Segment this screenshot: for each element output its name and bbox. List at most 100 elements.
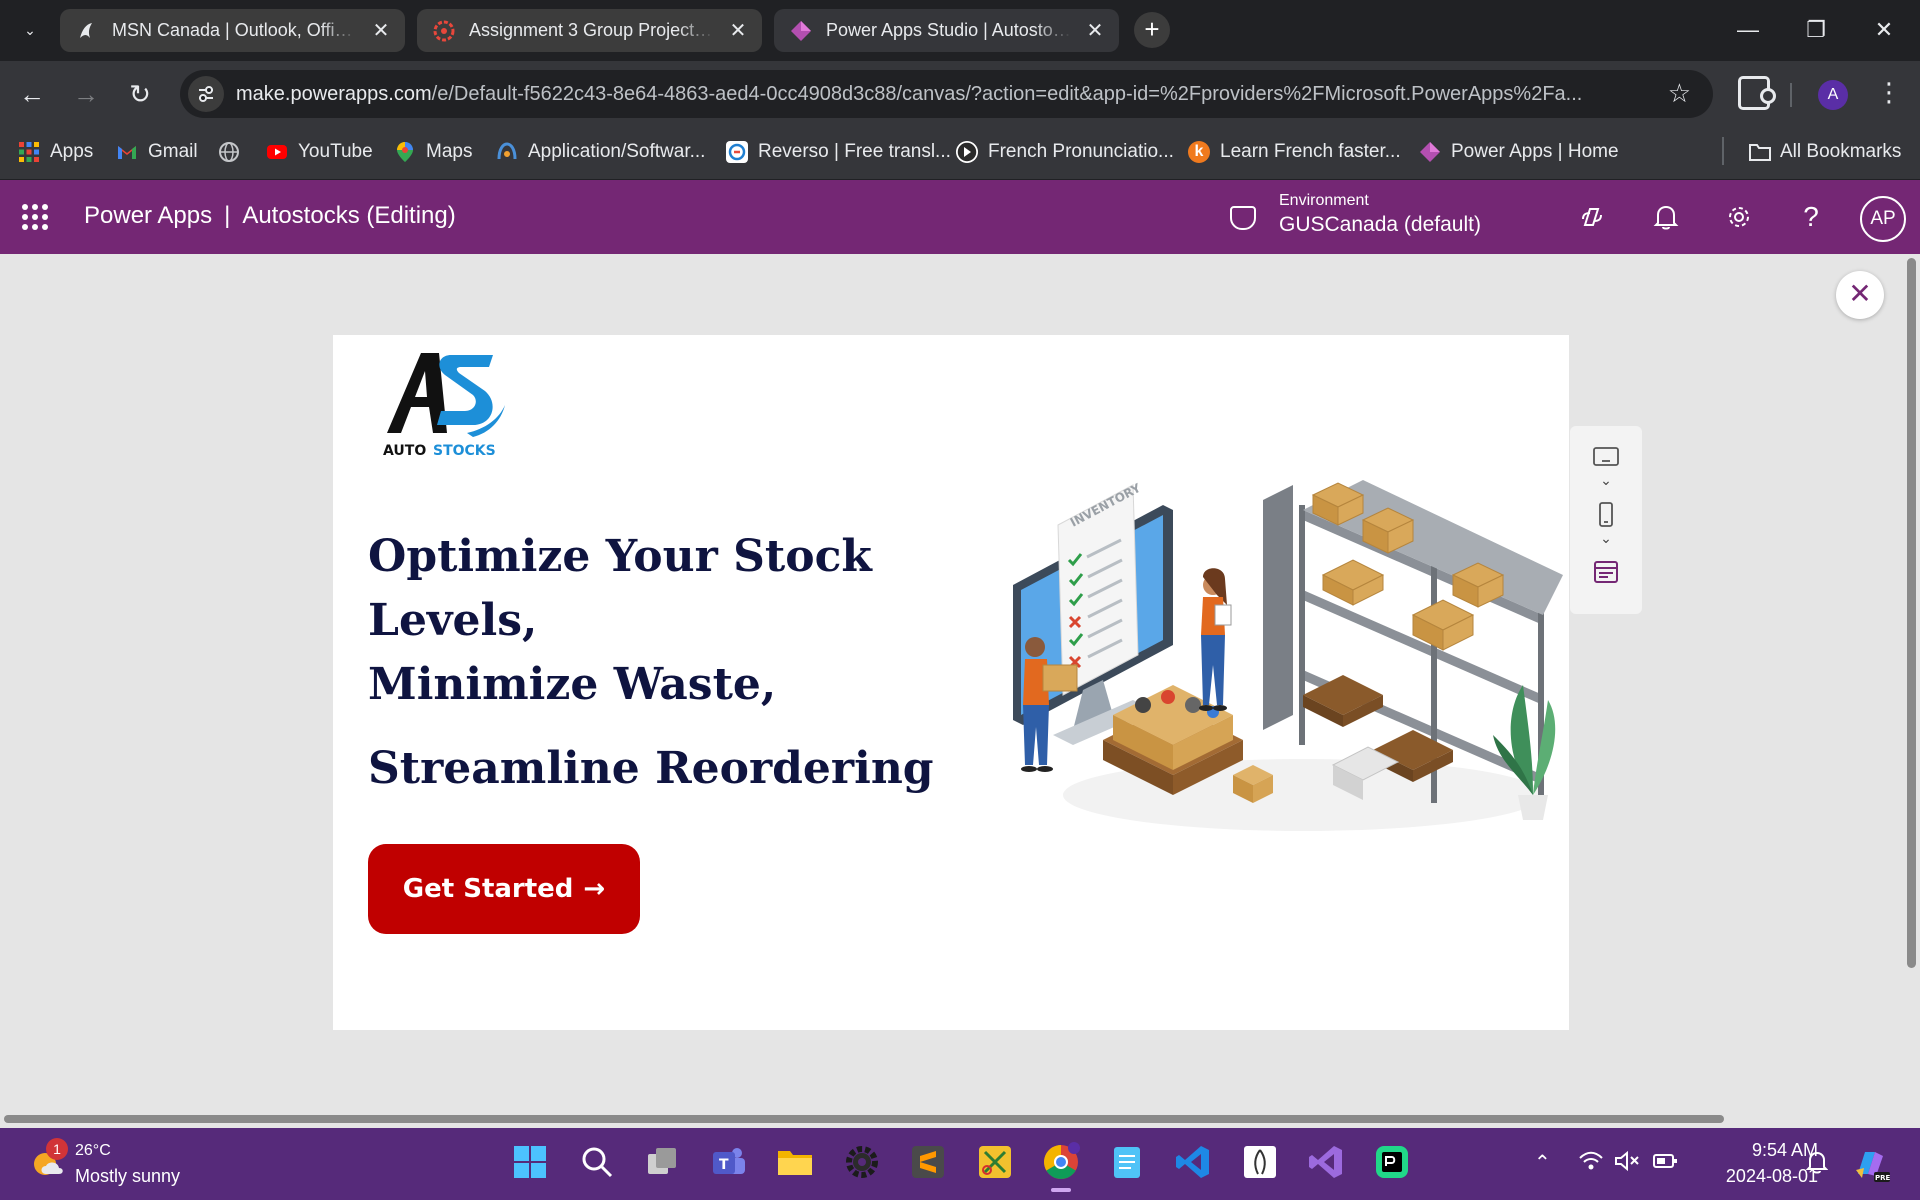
bookmark-label: French Pronunciatio... — [988, 141, 1174, 162]
tab-close-icon[interactable]: ✕ — [728, 18, 748, 43]
volume-muted-icon[interactable] — [1614, 1150, 1640, 1178]
environment-name[interactable]: GUSCanada (default) — [1279, 213, 1481, 237]
application-icon — [496, 141, 518, 163]
gmail-icon — [116, 141, 138, 163]
bookmark-globe[interactable] — [218, 136, 240, 168]
notepad-icon[interactable] — [1107, 1142, 1147, 1182]
clock-time[interactable]: 9:54 AM — [1728, 1140, 1818, 1161]
forward-button[interactable]: → — [68, 76, 104, 112]
chevron-down-icon[interactable]: ⌄ — [1592, 472, 1620, 489]
visual-studio-icon[interactable] — [1306, 1142, 1346, 1182]
snipping-tool-icon[interactable] — [975, 1142, 1015, 1182]
headline-line: Streamline Reordering — [368, 743, 934, 794]
browser-toolbar: ← → ↻ make.powerapps.com/e/Default-f5622… — [0, 61, 1920, 127]
copilot-preview-icon[interactable]: PRE — [1850, 1144, 1891, 1184]
horizontal-scrollbar[interactable] — [0, 1112, 1904, 1126]
bookmark-reverso[interactable]: Reverso | Free transl... — [726, 136, 951, 168]
maps-icon — [394, 141, 416, 163]
scrollbar-thumb[interactable] — [4, 1115, 1724, 1123]
app-title: Power Apps | Autostocks (Editing) — [84, 202, 456, 230]
scrollbar-thumb[interactable] — [1907, 258, 1916, 968]
url-host: make.powerapps.com — [236, 82, 432, 105]
tab-assignment[interactable]: Assignment 3 Group Project Report ✕ — [417, 9, 762, 52]
extensions-puzzle-icon[interactable] — [1738, 76, 1776, 110]
apps-grid-icon — [18, 141, 40, 163]
help-icon[interactable]: ? — [1792, 198, 1830, 236]
tab-power-apps-studio[interactable]: Power Apps Studio | Autostocks ✕ — [774, 9, 1119, 52]
gear-icon[interactable] — [1720, 198, 1758, 236]
url-text: make.powerapps.com/e/Default-f5622c43-8e… — [236, 83, 1636, 106]
tab-close-icon[interactable]: ✕ — [371, 18, 391, 43]
search-icon[interactable] — [577, 1142, 617, 1182]
tab-search-chevron-icon[interactable]: ⌄ — [16, 14, 44, 46]
app-name: Autostocks (Editing) — [242, 202, 456, 229]
bookmark-gmail[interactable]: Gmail — [116, 136, 198, 168]
pycharm-icon[interactable] — [1372, 1142, 1412, 1182]
settings-icon[interactable] — [842, 1142, 882, 1182]
app-launcher-icon[interactable] — [22, 204, 48, 230]
globe-icon — [218, 141, 240, 163]
bookmark-label: All Bookmarks — [1780, 141, 1902, 162]
chrome-icon[interactable] — [1041, 1142, 1081, 1192]
file-explorer-icon[interactable] — [775, 1142, 815, 1182]
profile-avatar[interactable]: A — [1818, 80, 1848, 110]
windows-start-icon[interactable] — [510, 1142, 550, 1182]
bookmark-power-apps-home[interactable]: Power Apps | Home — [1419, 136, 1619, 168]
reverso-icon — [726, 141, 748, 163]
get-started-button[interactable]: Get Started → — [368, 844, 640, 934]
site-info-icon[interactable] — [188, 76, 224, 112]
tab-close-icon[interactable]: ✕ — [1085, 18, 1105, 43]
weather-description[interactable]: Mostly sunny — [75, 1166, 180, 1187]
notification-bell-icon[interactable] — [1805, 1150, 1829, 1180]
back-button[interactable]: ← — [14, 76, 50, 112]
hero-headline: Optimize Your Stock Levels, Minimize Was… — [368, 525, 934, 801]
brightspace-icon — [433, 20, 455, 42]
bookmark-french-pronunciation[interactable]: French Pronunciatio... — [956, 136, 1174, 168]
browser-menu-icon[interactable]: ⋮ — [1876, 77, 1902, 108]
reload-button[interactable]: ↻ — [122, 76, 158, 112]
close-window-button[interactable]: ✕ — [1862, 12, 1906, 48]
weather-alert-badge: 1 — [46, 1138, 68, 1160]
minimize-button[interactable]: — — [1726, 12, 1770, 48]
weather-temperature[interactable]: 26°C — [75, 1142, 111, 1160]
new-tab-button[interactable]: + — [1134, 12, 1170, 48]
sublime-text-icon[interactable] — [908, 1142, 948, 1182]
vertical-scrollbar[interactable] — [1904, 254, 1920, 1128]
get-started-label: Get Started — [402, 874, 574, 904]
tab-msn[interactable]: MSN Canada | Outlook, Office, Skype, Bin… — [60, 9, 405, 52]
wifi-icon[interactable] — [1578, 1150, 1604, 1178]
url-path: /e/Default-f5622c43-8e64-4863-aed4-0cc49… — [431, 82, 1583, 105]
bell-icon[interactable] — [1647, 198, 1685, 236]
environment-icon[interactable] — [1230, 206, 1256, 230]
browser-tab-strip: ⌄ MSN Canada | Outlook, Office, Skype, B… — [0, 0, 1920, 61]
preview-layout-icon[interactable] — [1592, 560, 1620, 589]
inkscape-icon[interactable] — [1240, 1142, 1280, 1182]
bookmark-apps[interactable]: Apps — [18, 136, 93, 168]
task-view-icon[interactable] — [643, 1142, 683, 1182]
bookmark-label: Application/Softwar... — [528, 141, 706, 162]
title-separator: | — [224, 202, 231, 229]
bookmark-star-icon[interactable]: ☆ — [1668, 78, 1691, 109]
close-preview-button[interactable]: ✕ — [1836, 271, 1884, 319]
msn-butterfly-icon — [76, 20, 98, 42]
chevron-down-icon[interactable]: ⌄ — [1592, 530, 1620, 547]
phone-layout-icon[interactable] — [1592, 502, 1620, 533]
bookmark-youtube[interactable]: YouTube — [266, 136, 373, 168]
bookmark-label: Power Apps | Home — [1451, 141, 1619, 162]
teams-icon[interactable]: T — [709, 1142, 749, 1182]
product-name[interactable]: Power Apps — [84, 202, 212, 229]
user-avatar[interactable]: AP — [1860, 196, 1906, 242]
bookmark-maps[interactable]: Maps — [394, 136, 472, 168]
chevron-up-icon[interactable]: ⌃ — [1534, 1150, 1551, 1175]
vscode-icon[interactable] — [1173, 1142, 1213, 1182]
battery-icon[interactable] — [1652, 1150, 1678, 1178]
bookmark-learn-french[interactable]: k Learn French faster... — [1188, 136, 1401, 168]
tablet-layout-icon[interactable] — [1592, 446, 1620, 473]
bookmark-application[interactable]: Application/Softwar... — [496, 136, 705, 168]
bookmark-label: Apps — [50, 141, 94, 162]
all-bookmarks[interactable]: All Bookmarks — [1748, 136, 1901, 168]
copilot-icon[interactable] — [1573, 198, 1611, 236]
address-bar[interactable]: make.powerapps.com/e/Default-f5622c43-8e… — [180, 70, 1713, 118]
restore-button[interactable]: ❐ — [1794, 12, 1838, 48]
clock-date[interactable]: 2024-08-01 — [1700, 1166, 1818, 1187]
